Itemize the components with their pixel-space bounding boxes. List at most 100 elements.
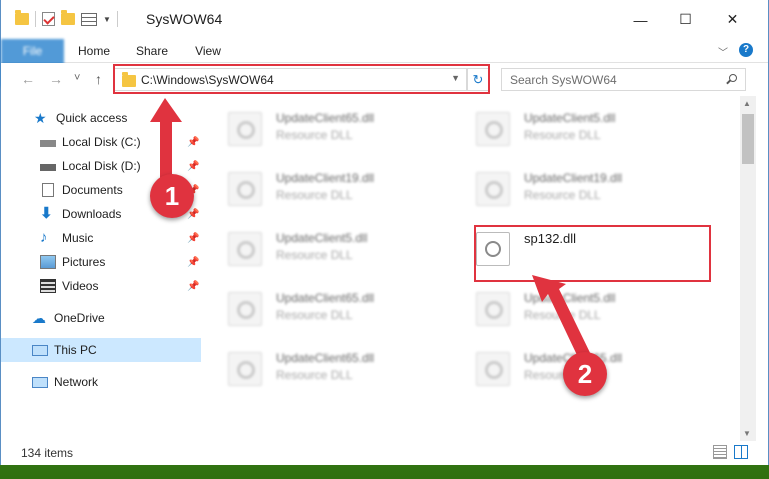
file-type: Resource DLL — [276, 368, 353, 382]
sidebar-item-label: Quick access — [56, 111, 128, 125]
drive-icon — [40, 135, 56, 149]
up-button[interactable]: ↑ — [95, 71, 102, 87]
dll-file-icon — [228, 172, 262, 206]
file-name: UpdateClient5.dll — [524, 111, 616, 125]
list-item[interactable]: UpdateClient65.dll Resource DLL — [206, 282, 441, 330]
tab-view[interactable]: View — [183, 39, 233, 63]
toolbar-divider — [35, 11, 36, 27]
target-dll-item[interactable]: sp132.dll — [454, 222, 689, 270]
sidebar-item-label: Music — [62, 231, 94, 245]
explorer-window: ▼ SysWOW64 — ☐ ✕ File Home Share View ﹀ … — [0, 0, 769, 465]
sidebar-item-this-pc[interactable]: This PC — [1, 338, 201, 362]
pin-icon[interactable]: 📌 — [187, 281, 199, 292]
tab-share[interactable]: Share — [127, 39, 177, 63]
list-item[interactable]: UpdateClient19.dll Resource DLL — [454, 162, 689, 210]
item-count: 134 items — [21, 446, 74, 460]
file-list: UpdateClient65.dll Resource DLL UpdateCl… — [206, 96, 739, 441]
sidebar-item-label: Downloads — [62, 207, 122, 221]
file-type: Resource DLL — [276, 248, 353, 262]
search-icon[interactable] — [726, 74, 737, 85]
file-name: UpdateClient65.dll — [276, 111, 375, 125]
address-bar[interactable]: C:\Windows\SysWOW64 ▼ — [114, 68, 467, 91]
chevron-down-icon[interactable]: ▼ — [103, 15, 111, 24]
scrollbar-thumb[interactable] — [742, 114, 754, 164]
file-type: Resource DLL — [276, 308, 353, 322]
file-type: Resource DLL — [524, 188, 601, 202]
pictures-icon — [40, 255, 56, 269]
close-button[interactable]: ✕ — [710, 0, 755, 39]
ribbon-tabs: File Home Share View ﹀ ? — [1, 39, 768, 87]
sidebar-item-music[interactable]: ♪ Music — [40, 226, 201, 250]
minimize-button[interactable]: — — [618, 0, 663, 39]
dll-file-icon — [228, 292, 262, 326]
sidebar-item-onedrive[interactable]: ☁ OneDrive — [32, 306, 201, 330]
list-item[interactable]: UpdateClient5.dll Resource DLL — [454, 282, 689, 330]
pin-icon[interactable]: 📌 — [187, 257, 199, 268]
file-type: Resource DLL — [276, 128, 353, 142]
scroll-up-icon[interactable]: ▲ — [743, 99, 751, 108]
refresh-button[interactable]: ↻ — [467, 68, 489, 91]
file-name: UpdateClient19.dll — [276, 171, 375, 185]
file-name: UpdateClient5.dll — [276, 231, 368, 245]
sidebar-item-label: Local Disk (D:) — [62, 159, 141, 173]
gear-file-icon — [476, 232, 510, 266]
pin-icon[interactable]: 📌 — [187, 137, 199, 148]
maximize-button[interactable]: ☐ — [663, 0, 708, 39]
list-item[interactable]: UpdateClient19.dll Resource DLL — [206, 162, 441, 210]
documents-icon — [42, 183, 54, 197]
large-icons-view-icon[interactable] — [734, 445, 748, 459]
step-1-marker: 1 — [150, 174, 194, 218]
customize-toolbar-icon[interactable] — [81, 12, 97, 26]
expand-ribbon-icon[interactable]: ﹀ — [718, 44, 728, 59]
dll-file-icon — [476, 172, 510, 206]
forward-button[interactable]: → — [49, 71, 63, 87]
drive-icon — [40, 159, 56, 173]
sidebar-item-label: OneDrive — [54, 311, 105, 325]
file-type: Resource DLL — [524, 128, 601, 142]
sidebar-item-label: Documents — [62, 183, 123, 197]
vertical-scrollbar[interactable]: ▲ ▼ — [740, 96, 756, 441]
sidebar-item-label: Pictures — [62, 255, 106, 269]
file-type: Resource DLL — [276, 188, 353, 202]
cloud-icon: ☁ — [32, 310, 46, 326]
pin-icon[interactable]: 📌 — [187, 209, 199, 220]
pin-icon[interactable]: 📌 — [187, 161, 199, 172]
sidebar-item-network[interactable]: Network — [32, 370, 201, 394]
navigation-pane: ★ Quick access Local Disk (C:) 📌 Local D… — [1, 100, 204, 436]
chevron-down-icon[interactable]: ▼ — [451, 73, 460, 83]
status-bar: 134 items — [1, 441, 768, 465]
file-name: sp132.dll — [524, 231, 577, 246]
download-arrow-icon: ⬇ — [40, 205, 53, 222]
sidebar-item-pictures[interactable]: Pictures — [40, 250, 201, 274]
search-box[interactable] — [501, 68, 746, 91]
list-item[interactable]: UpdateClient65.dll Resource DLL — [206, 342, 441, 390]
computer-icon — [32, 344, 48, 356]
help-icon[interactable]: ? — [739, 43, 753, 57]
list-item[interactable]: UpdateClient5.dll Resource DLL — [454, 102, 689, 150]
scroll-down-icon[interactable]: ▼ — [743, 429, 751, 438]
tab-home[interactable]: Home — [69, 39, 119, 63]
pin-icon[interactable]: 📌 — [187, 233, 199, 244]
search-input[interactable] — [510, 73, 710, 87]
properties-check-icon[interactable] — [42, 12, 55, 26]
sidebar-item-videos[interactable]: Videos — [40, 274, 201, 298]
dll-file-icon — [228, 232, 262, 266]
new-folder-icon[interactable] — [61, 10, 75, 25]
network-icon — [32, 376, 48, 388]
dll-file-icon — [476, 292, 510, 326]
address-path[interactable]: C:\Windows\SysWOW64 — [141, 73, 274, 87]
folder-icon — [122, 72, 136, 87]
sidebar-item-label: Videos — [62, 279, 99, 293]
details-view-icon[interactable] — [713, 445, 727, 459]
sidebar-item-quick-access[interactable]: ★ Quick access — [34, 106, 201, 130]
file-type: Resource DLL — [524, 308, 601, 322]
dll-file-icon — [228, 352, 262, 386]
list-item[interactable]: UpdateClient65.dll Resource DLL — [206, 102, 441, 150]
list-item[interactable]: UpdateClient5.dll Resource DLL — [206, 222, 441, 270]
dll-file-icon — [476, 112, 510, 146]
recent-locations-button[interactable]: ˅ — [74, 72, 80, 84]
step-2-marker: 2 — [563, 352, 607, 396]
title-bar: ▼ SysWOW64 — ☐ ✕ — [1, 0, 768, 39]
back-button[interactable]: ← — [21, 71, 35, 87]
sidebar-item-local-disk-c[interactable]: Local Disk (C:) — [40, 130, 201, 154]
